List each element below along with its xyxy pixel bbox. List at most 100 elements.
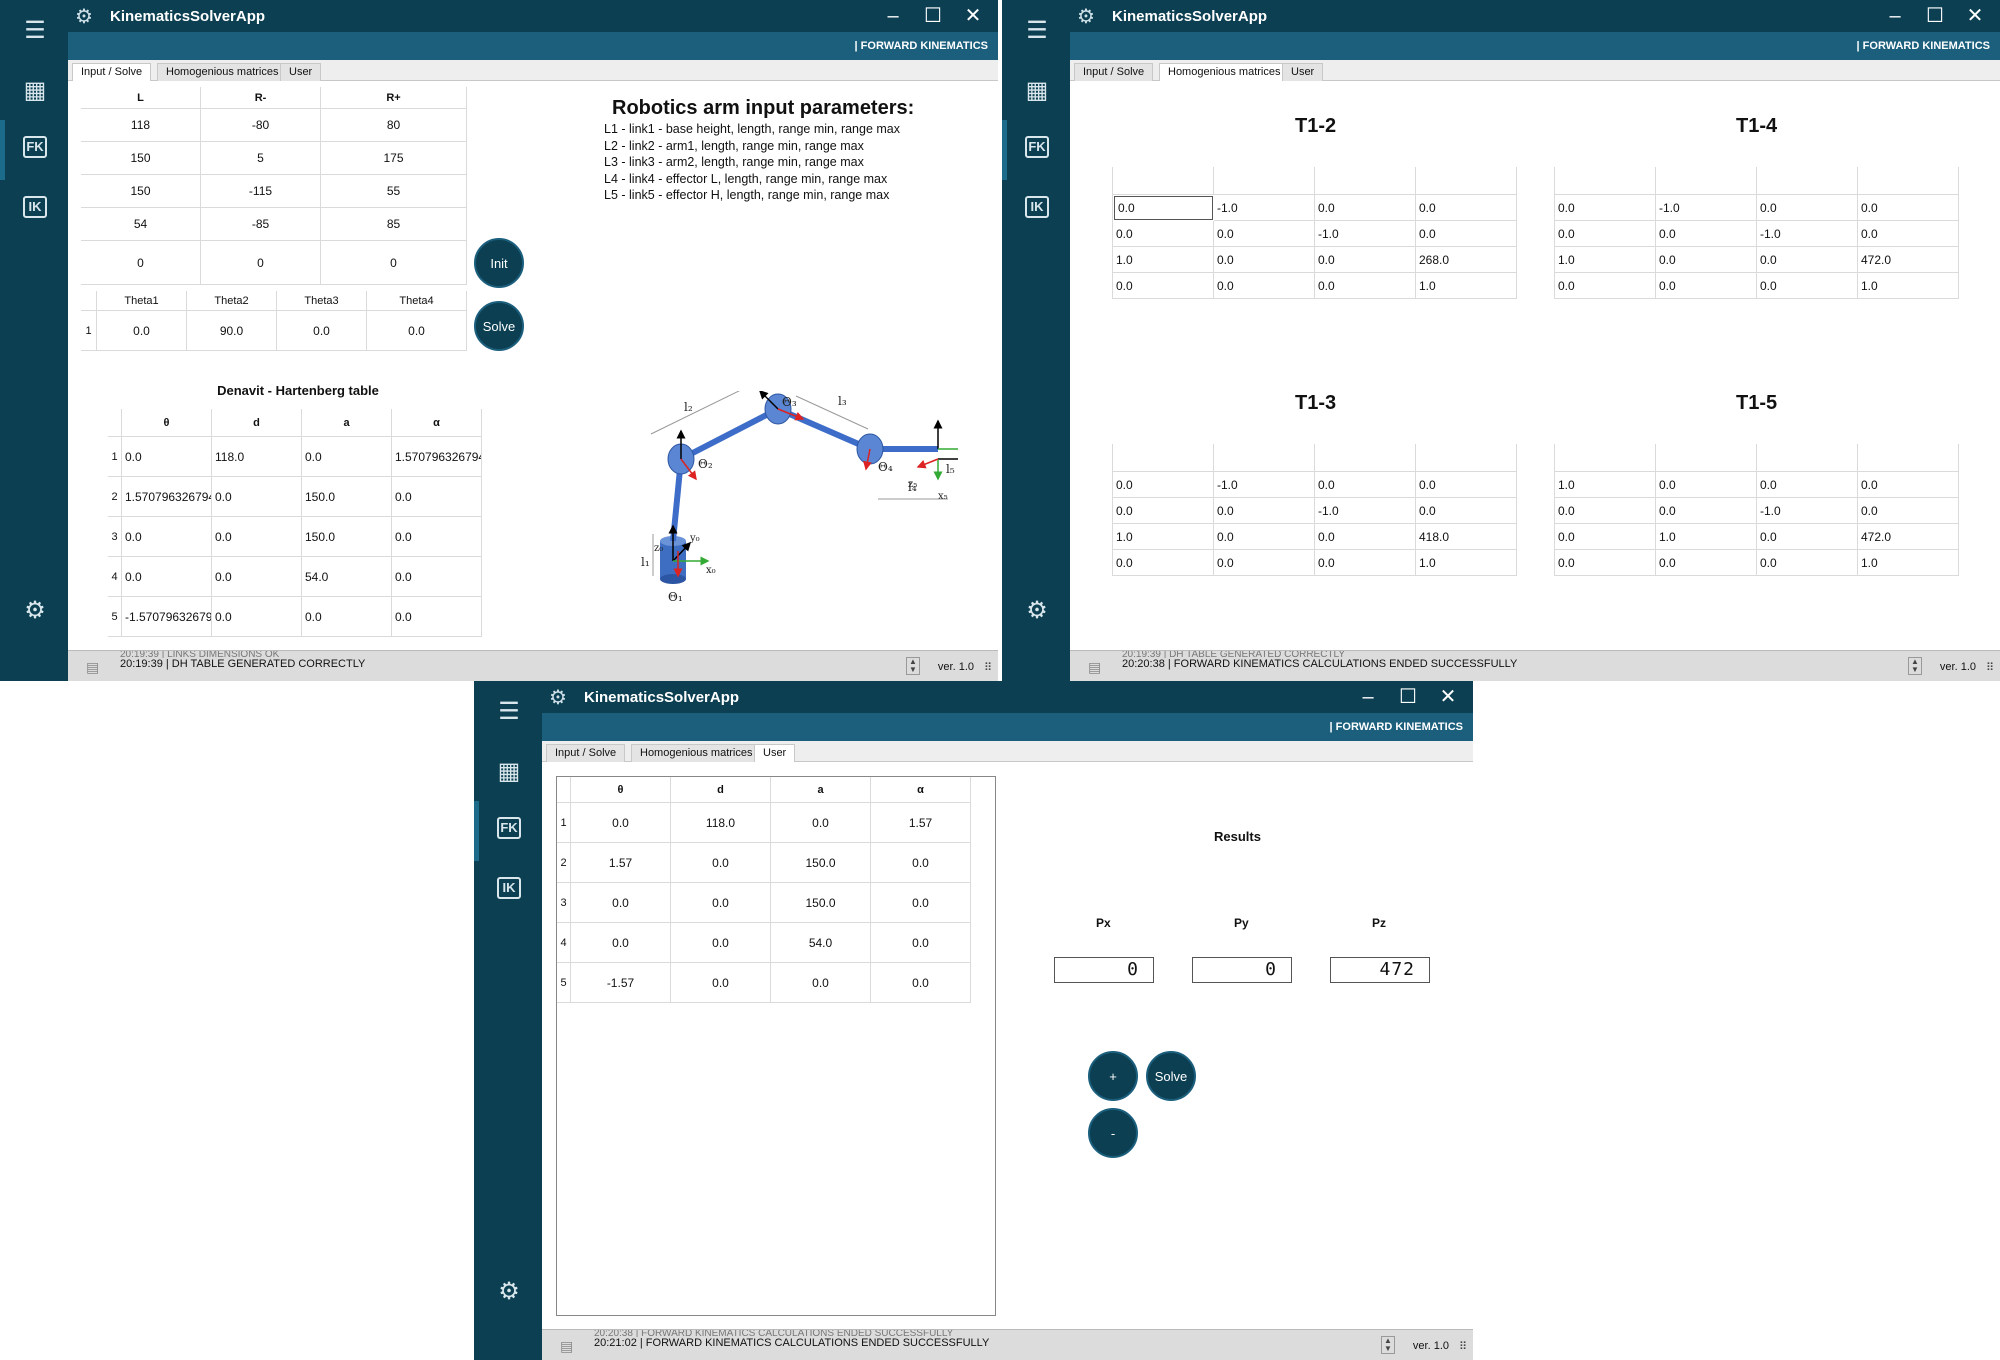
- matrix-t1-2[interactable]: 0.0 -1.0 0.0 0.0 0.0 0.0 -1.0 0.0 1.0 0.…: [1112, 167, 1517, 299]
- table-cell[interactable]: 1.0: [1416, 273, 1517, 299]
- table-cell[interactable]: 150.0: [771, 883, 871, 923]
- table-cell[interactable]: -1.0: [1757, 498, 1858, 524]
- table-cell[interactable]: 0.0: [671, 843, 771, 883]
- table-cell[interactable]: 1.0: [1858, 550, 1959, 576]
- table-cell[interactable]: 1.5707963267948: [122, 477, 212, 517]
- table-cell[interactable]: 0.0: [1214, 498, 1315, 524]
- table-cell[interactable]: 472.0: [1858, 247, 1959, 273]
- table-cell[interactable]: 0.0: [302, 597, 392, 637]
- table-cell[interactable]: 0.0: [392, 557, 482, 597]
- close-icon[interactable]: ✕: [1960, 3, 1990, 29]
- table-cell[interactable]: 0.0: [1315, 247, 1416, 273]
- table-cell[interactable]: 0.0: [1416, 472, 1517, 498]
- fk-icon[interactable]: FK: [1025, 136, 1049, 158]
- table-cell[interactable]: 0.0: [1214, 247, 1315, 273]
- tab-homogenious-matrices[interactable]: Homogenious matrices: [631, 744, 762, 762]
- maximize-icon[interactable]: ☐: [1393, 684, 1423, 710]
- dashboard-icon[interactable]: ▦: [494, 757, 524, 787]
- table-cell[interactable]: 0.0: [1757, 195, 1858, 221]
- table-cell[interactable]: 80: [321, 109, 467, 142]
- table-cell[interactable]: 0.0: [1315, 273, 1416, 299]
- spin-icon[interactable]: ▲ ▼: [906, 657, 920, 675]
- dh-table[interactable]: θ d a α 1 0.0 118.0 0.0 1.57 2 1.57 0.0 …: [557, 777, 995, 1003]
- table-cell[interactable]: 0.0: [1315, 550, 1416, 576]
- table-cell[interactable]: 0.0: [1214, 550, 1315, 576]
- table-cell[interactable]: 150: [81, 175, 201, 208]
- table-cell[interactable]: 0.0: [1757, 273, 1858, 299]
- table-cell[interactable]: 0.0: [1555, 524, 1656, 550]
- table-cell[interactable]: 0.0: [1858, 498, 1959, 524]
- table-cell[interactable]: 90.0: [187, 311, 277, 351]
- table-cell[interactable]: 1.0: [1113, 247, 1214, 273]
- table-cell[interactable]: 5: [201, 142, 321, 175]
- table-cell[interactable]: 1.57: [871, 803, 971, 843]
- table-cell[interactable]: 150: [81, 142, 201, 175]
- table-cell[interactable]: 0.0: [1114, 196, 1213, 220]
- table-cell[interactable]: -1.0: [1214, 195, 1315, 221]
- table-cell[interactable]: 0.0: [1416, 221, 1517, 247]
- table-cell[interactable]: 0.0: [212, 517, 302, 557]
- table-cell[interactable]: 0.0: [1555, 550, 1656, 576]
- table-cell[interactable]: 472.0: [1858, 524, 1959, 550]
- settings-sliders-icon[interactable]: ⚙: [494, 1277, 524, 1307]
- table-cell[interactable]: 118: [81, 109, 201, 142]
- dashboard-icon[interactable]: ▦: [1022, 76, 1052, 106]
- table-cell[interactable]: 150.0: [771, 843, 871, 883]
- table-cell[interactable]: 0.0: [1656, 221, 1757, 247]
- table-cell[interactable]: -85: [201, 208, 321, 241]
- table-cell[interactable]: 0.0: [1555, 221, 1656, 247]
- table-cell[interactable]: 1.0: [1555, 247, 1656, 273]
- table-cell[interactable]: 0.0: [1757, 247, 1858, 273]
- table-cell[interactable]: 0.0: [1555, 498, 1656, 524]
- minimize-icon[interactable]: –: [878, 3, 908, 29]
- fk-icon[interactable]: FK: [23, 136, 47, 158]
- table-cell[interactable]: 0.0: [1315, 472, 1416, 498]
- table-cell[interactable]: 54: [81, 208, 201, 241]
- table-cell[interactable]: 1.0: [1113, 524, 1214, 550]
- matrix-t1-5[interactable]: 1.0 0.0 0.0 0.0 0.0 0.0 -1.0 0.0 0.0 1.0…: [1554, 444, 1959, 576]
- tab-input-solve[interactable]: Input / Solve: [1074, 63, 1154, 81]
- spin-icon[interactable]: ▲ ▼: [1908, 657, 1922, 675]
- table-cell[interactable]: 0.0: [212, 477, 302, 517]
- table-cell[interactable]: 0.0: [122, 557, 212, 597]
- table-cell[interactable]: 175: [321, 142, 467, 175]
- table-cell[interactable]: 268.0: [1416, 247, 1517, 273]
- table-cell[interactable]: 0.0: [1656, 550, 1757, 576]
- table-cell[interactable]: 0.0: [302, 437, 392, 477]
- menu-icon[interactable]: ☰: [20, 16, 50, 46]
- table-cell[interactable]: 0.0: [1214, 273, 1315, 299]
- maximize-icon[interactable]: ☐: [1920, 3, 1950, 29]
- ik-icon[interactable]: IK: [23, 196, 47, 218]
- table-cell[interactable]: 0.0: [1656, 472, 1757, 498]
- resize-grip-icon[interactable]: ⠿: [1459, 1340, 1467, 1353]
- table-cell[interactable]: 0.0: [392, 517, 482, 557]
- minimize-icon[interactable]: –: [1880, 3, 1910, 29]
- table-cell[interactable]: 0.0: [1757, 472, 1858, 498]
- table-cell[interactable]: 118.0: [212, 437, 302, 477]
- tab-user[interactable]: User: [754, 744, 796, 763]
- table-cell[interactable]: 0.0: [212, 557, 302, 597]
- ik-icon[interactable]: IK: [1025, 196, 1049, 218]
- matrix-t1-3[interactable]: 0.0 -1.0 0.0 0.0 0.0 0.0 -1.0 0.0 1.0 0.…: [1112, 444, 1517, 576]
- increment-button[interactable]: +: [1088, 1051, 1138, 1101]
- decrement-button[interactable]: -: [1088, 1108, 1138, 1158]
- table-cell[interactable]: 0.0: [1555, 273, 1656, 299]
- tab-input-solve[interactable]: Input / Solve: [546, 744, 626, 762]
- table-cell[interactable]: 1.5707963267948: [392, 437, 482, 477]
- table-cell[interactable]: -1.0: [1315, 498, 1416, 524]
- maximize-icon[interactable]: ☐: [918, 3, 948, 29]
- solve-button[interactable]: Solve: [474, 301, 524, 351]
- table-cell[interactable]: 0.0: [871, 963, 971, 1003]
- table-cell[interactable]: 0.0: [1555, 195, 1656, 221]
- resize-grip-icon[interactable]: ⠿: [1986, 661, 1994, 674]
- table-cell[interactable]: 0.0: [1113, 550, 1214, 576]
- menu-icon[interactable]: ☰: [494, 697, 524, 727]
- table-cell[interactable]: -1.0: [1214, 472, 1315, 498]
- tab-input-solve[interactable]: Input / Solve: [72, 63, 152, 82]
- fk-icon[interactable]: FK: [497, 817, 521, 839]
- table-cell[interactable]: 0.0: [1113, 498, 1214, 524]
- table-cell[interactable]: 0.0: [97, 311, 187, 351]
- table-cell[interactable]: 150.0: [302, 477, 392, 517]
- close-icon[interactable]: ✕: [958, 3, 988, 29]
- table-cell[interactable]: 0.0: [122, 437, 212, 477]
